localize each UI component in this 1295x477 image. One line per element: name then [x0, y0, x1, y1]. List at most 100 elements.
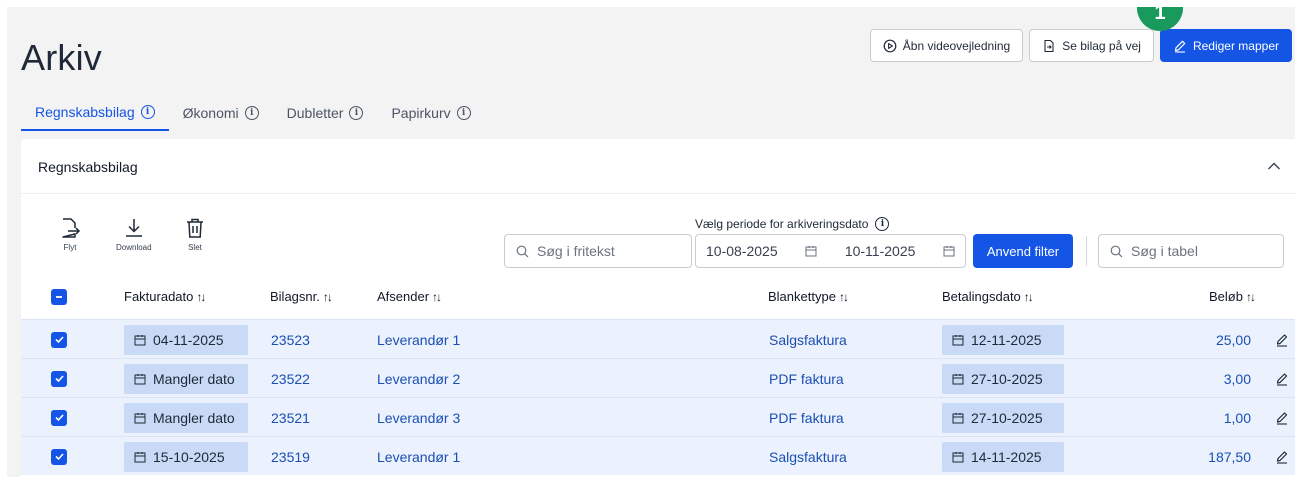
row-checkbox[interactable] [51, 359, 67, 398]
invoice-date-value: Mangler dato [153, 370, 235, 387]
video-guide-button[interactable]: Åbn videovejledning [869, 29, 1024, 62]
invoice-date-cell[interactable]: 04-11-2025 [124, 320, 248, 359]
tab-regnskabsbilag[interactable]: Regnskabsbilag i [21, 97, 169, 131]
sort-icon: ↑↓ [838, 289, 849, 304]
voucher-no-link[interactable]: 23519 [271, 437, 310, 476]
payment-date-value: 14-11-2025 [971, 448, 1042, 465]
amount-value: 3,00 [1223, 370, 1251, 387]
form-type-link[interactable]: PDF faktura [769, 398, 844, 437]
download-tool-button[interactable]: Download [116, 217, 152, 252]
row-checkbox[interactable] [51, 437, 67, 476]
payment-date-value: 27-10-2025 [971, 409, 1043, 426]
edit-row-button[interactable] [1275, 437, 1289, 476]
form-type-link[interactable]: Salgsfaktura [769, 437, 847, 476]
tab-dubletter[interactable]: Dubletter i [273, 97, 378, 131]
minus-checkbox-icon [51, 289, 67, 305]
table-row[interactable]: 04-11-2025 23523 Leverandør 1 Salgsfaktu… [21, 319, 1295, 358]
voucher-no-link[interactable]: 23521 [271, 398, 310, 437]
apply-filter-button[interactable]: Anvend filter [973, 234, 1073, 268]
sort-icon: ↑↓ [196, 289, 206, 304]
invoice-date-cell[interactable]: Mangler dato [124, 359, 248, 398]
invoice-date-value: Mangler dato [153, 409, 235, 426]
page-title: Arkiv [21, 37, 102, 78]
payment-date-cell[interactable]: 27-10-2025 [942, 398, 1064, 437]
date-to-value[interactable]: 10-11-2025 [845, 243, 916, 259]
payment-date-cell[interactable]: 12-11-2025 [942, 320, 1064, 359]
date-range-input[interactable]: 10-08-2025 10-11-2025 [695, 234, 966, 268]
sender-link[interactable]: Leverandør 1 [377, 437, 460, 476]
date-chip[interactable]: 15-10-2025 [124, 441, 248, 472]
card-header[interactable]: Regnskabsbilag [21, 139, 1295, 194]
date-chip[interactable]: Mangler dato [124, 402, 248, 433]
edit-folders-button[interactable]: Rediger mapper [1159, 29, 1292, 62]
row-checkbox[interactable] [51, 320, 67, 359]
column-header-sender[interactable]: Afsender ↑↓ [377, 289, 442, 304]
header-label: Beløb [1209, 289, 1243, 304]
sender-link[interactable]: Leverandør 2 [377, 359, 460, 398]
select-all-checkbox[interactable] [51, 277, 67, 317]
row-checkbox[interactable] [51, 398, 67, 437]
date-chip[interactable]: 04-11-2025 [124, 324, 248, 355]
payment-date-cell[interactable]: 27-10-2025 [942, 359, 1064, 398]
pencil-icon [1276, 411, 1288, 425]
sender-link[interactable]: Leverandør 1 [377, 320, 460, 359]
sort-icon: ↑↓ [1245, 289, 1256, 304]
calendar-icon [952, 373, 964, 384]
info-icon[interactable]: i [875, 217, 890, 231]
date-chip[interactable]: 27-10-2025 [942, 402, 1064, 433]
date-chip[interactable]: 27-10-2025 [942, 363, 1064, 394]
calendar-icon [134, 451, 146, 462]
delete-tool-button[interactable]: Slet [184, 217, 206, 252]
card-title: Regnskabsbilag [38, 159, 138, 175]
sender-link[interactable]: Leverandør 3 [377, 398, 460, 437]
sort-icon: ↑↓ [432, 289, 442, 304]
form-type-link[interactable]: PDF faktura [769, 359, 844, 398]
freetext-search-input[interactable]: Søg i fritekst [504, 234, 692, 268]
info-icon[interactable]: i [349, 106, 364, 120]
info-icon[interactable]: i [244, 106, 259, 120]
play-circle-icon [883, 39, 897, 52]
vouchers-on-way-label: Se bilag på vej [1062, 38, 1141, 53]
payment-date-cell[interactable]: 14-11-2025 [942, 437, 1064, 476]
column-header-amount[interactable]: Beløb ↑↓ [1209, 289, 1256, 304]
check-icon [51, 370, 67, 387]
invoice-date-cell[interactable]: 15-10-2025 [124, 437, 248, 476]
header-label: Bilagsnr. [270, 289, 320, 304]
tab-label: Økonomi [182, 105, 239, 121]
table-search-input[interactable]: Søg i tabel [1098, 234, 1284, 268]
voucher-no-link[interactable]: 23523 [271, 320, 310, 359]
tab-bar: Regnskabsbilag i Økonomi i Dubletter i P… [21, 97, 485, 131]
pencil-icon [1276, 450, 1288, 464]
vouchers-on-way-button[interactable]: Se bilag på vej [1029, 29, 1154, 62]
edit-row-button[interactable] [1275, 320, 1289, 359]
calendar-icon [134, 412, 146, 423]
calendar-icon [943, 246, 955, 257]
table-row[interactable]: 15-10-2025 23519 Leverandør 1 Salgsfaktu… [21, 436, 1295, 475]
info-icon[interactable]: i [456, 106, 471, 120]
move-tool-button[interactable]: Flyt [59, 217, 81, 252]
column-header-invoice-date[interactable]: Fakturadato ↑↓ [124, 289, 206, 304]
table-row[interactable]: Mangler dato 23522 Leverandør 2 PDF fakt… [21, 358, 1295, 397]
table-row[interactable]: Mangler dato 23521 Leverandør 3 PDF fakt… [21, 397, 1295, 436]
form-type-link[interactable]: Salgsfaktura [769, 320, 847, 359]
date-from-value[interactable]: 10-08-2025 [706, 243, 778, 259]
header-label: Betalingsdato [942, 289, 1021, 304]
move-label: Flyt [63, 243, 77, 252]
invoice-date-cell[interactable]: Mangler dato [124, 398, 248, 437]
edit-row-button[interactable] [1275, 398, 1289, 437]
column-header-form-type[interactable]: Blankettype ↑↓ [768, 289, 849, 304]
tab-okonomi[interactable]: Økonomi i [169, 97, 273, 131]
check-icon [51, 448, 67, 465]
column-header-payment-date[interactable]: Betalingsdato ↑↓ [942, 289, 1034, 304]
chevron-up-icon[interactable] [1267, 161, 1281, 171]
date-chip[interactable]: Mangler dato [124, 363, 248, 394]
freetext-placeholder: Søg i fritekst [537, 243, 615, 259]
info-icon[interactable]: i [140, 105, 155, 119]
voucher-no-link[interactable]: 23522 [271, 359, 310, 398]
tab-papirkurv[interactable]: Papirkurv i [377, 97, 484, 131]
calendar-icon [134, 334, 146, 345]
column-header-voucher-no[interactable]: Bilagsnr. ↑↓ [270, 289, 333, 304]
edit-row-button[interactable] [1275, 359, 1289, 398]
date-chip[interactable]: 12-11-2025 [942, 324, 1064, 355]
date-chip[interactable]: 14-11-2025 [942, 441, 1064, 472]
